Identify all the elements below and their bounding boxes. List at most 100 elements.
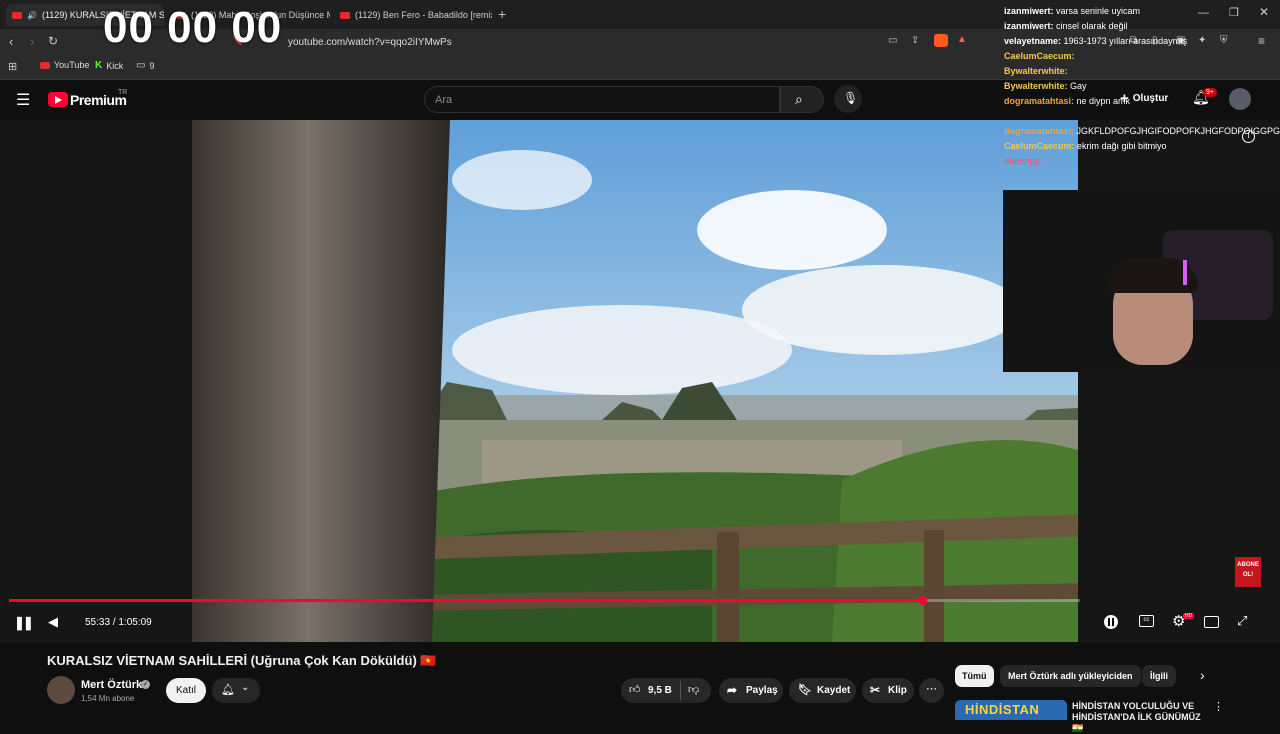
kick-icon: K [95,60,103,71]
subscribe-overlay-badge[interactable]: ABONE OL! [1235,557,1261,587]
chevron-down-icon: ⌄ [241,682,250,693]
chat-text: cinsel olarak değil [1053,21,1128,31]
chat-text: varsa seninle uyicam [1053,6,1141,16]
tab-label: (1129) Ben Fero - Babadildo [remix b [355,10,492,20]
chat-text [1075,51,1078,61]
search-icon: ⌕ [795,91,803,107]
like-icon[interactable]: 👍︎ [629,683,641,696]
like-dislike-group: 👍︎ 9,5 B 👎︎ [621,678,711,703]
pause-button[interactable]: ❚❚ [14,615,34,631]
chat-text [1044,156,1047,166]
chat-text [1004,111,1007,121]
share-page-icon[interactable]: ⇪ [911,35,919,46]
channel-avatar[interactable] [47,676,75,704]
bookmark-label: YouTube [54,60,90,70]
chip-from-uploader[interactable]: Mert Öztürk adlı yükleyiciden [1000,665,1141,687]
bookmark-kick[interactable]: K Kick [95,60,123,71]
recommendation-thumbnail[interactable]: HİNDİSTAN [955,700,1067,720]
subscribed-button[interactable]: 🔔︎ ⌄ [212,678,260,703]
chip-all[interactable]: Tümü [955,665,994,687]
chat-message: Bywalterwhite: [1004,64,1280,79]
brave-shield-icon[interactable] [934,34,948,47]
reload-icon[interactable]: ↻ [48,34,58,48]
chat-username: izanmiwert: [1004,21,1054,31]
dislike-icon[interactable]: 👎︎ [688,683,699,696]
chat-text: ekrim dağı gibi bitmiyo [1074,141,1167,151]
chat-text: Gay [1067,81,1087,91]
video-frame [192,120,1078,642]
hd-badge: HD [1183,613,1195,619]
recommendation-title[interactable]: HİNDİSTAN YOLCULUĞU VE HİNDİSTAN'DA İLK … [1072,701,1204,734]
chat-text: JGKFLDPOFGJHGIFODPOFKJHGFODPOIGGPGFÜD [1074,126,1280,136]
scissors-icon: ✂ [870,683,881,697]
chat-message: CaelumCaecum: ekrim dağı gibi bitmiyo [1004,139,1280,154]
share-label: Paylaş [746,685,778,696]
video-title: KURALSIZ VİETNAM SAHİLLERİ (Uğruna Çok K… [47,653,437,668]
fullscreen-icon[interactable]: ⤢ [1237,613,1247,629]
chat-message: slansipp: [1004,154,1280,169]
tab-ben-fero[interactable]: (1129) Ben Fero - Babadildo [remix b [334,4,492,26]
save-button[interactable]: 🔖︎ Kaydet [789,678,856,703]
verified-icon: ✓ [141,680,150,689]
bookmark-folder[interactable]: ▭ 9 [136,60,154,71]
search-button[interactable]: ⌕ [780,86,824,113]
youtube-favicon-icon [40,61,50,69]
brave-rewards-icon[interactable]: ▲ [957,34,967,45]
share-icon: ➦ [727,683,738,697]
subscriber-count: 1,54 Mn abone [81,694,135,703]
miniplayer-icon[interactable] [1204,616,1219,628]
subtitles-icon[interactable]: cc [1139,615,1154,627]
apps-grid-icon[interactable]: ⊞ [8,60,17,73]
region-code: TR [118,89,128,96]
url-field[interactable]: youtube.com/watch?v=qqo2iIYMwPs [288,37,452,48]
chat-username: slansipp: [1004,156,1044,166]
channel-name[interactable]: Mert Öztürk [81,679,142,691]
voice-search-button[interactable]: 🎙 [834,85,862,113]
chat-username: CaelumCaecum: [1004,51,1075,61]
chat-username: dogramatahtasi: [1004,96,1075,106]
clip-button[interactable]: ✂ Klip [862,678,914,703]
bookmark-youtube[interactable]: YouTube [40,60,89,70]
more-actions-icon[interactable]: ⋯ [919,678,944,703]
forward-icon[interactable]: › [30,34,34,49]
youtube-favicon-icon [12,11,22,19]
volume-icon[interactable]: ◀︎ [48,614,58,630]
back-icon[interactable]: ‹ [9,34,13,49]
chat-message: izanmiwert: cinsel olarak değil [1004,19,1280,34]
progress-fill [9,599,923,602]
save-label: Kaydet [817,685,851,696]
youtube-favicon-icon [340,11,350,19]
share-button[interactable]: ➦ Paylaş [719,678,783,703]
search-placeholder: Ara [435,94,453,106]
search-input[interactable]: Ara [424,86,780,113]
chat-username: dogramatahtasi: [1004,126,1075,136]
divider [680,681,681,700]
recommendation-more-icon[interactable]: ⋮ [1213,700,1224,713]
youtube-logo-icon[interactable] [48,92,68,107]
microphone-icon: 🎙 [843,91,859,105]
bell-icon: 🔔︎ [221,684,235,696]
chat-message: velayetname: 1963-1973 yılları arasınday… [1004,34,1280,49]
chat-message: dogramatahtasi: JGKFLDPOFGJHGIFODPOFKJHG… [1004,124,1280,139]
cast-icon[interactable]: ▭ [888,35,897,46]
chat-message: dogramatahtasi: ne diypn amk [1004,94,1280,109]
webcam-overlay [1003,190,1280,372]
hamburger-menu-icon[interactable]: ☰ [16,90,30,110]
bookmark-label: 9 [149,60,155,71]
chip-related[interactable]: İlgili [1142,665,1176,687]
new-tab-button[interactable]: + [498,6,506,22]
vietnam-landscape-image [192,120,1078,642]
join-button[interactable]: Katıl [166,678,206,703]
stream-timer: 00 00 00 [103,3,283,52]
autoplay-toggle[interactable] [1104,615,1118,629]
chat-username: CaelumCaecum: [1004,141,1075,151]
chat-username: izanmiwert: [1004,6,1054,16]
like-count[interactable]: 9,5 B [648,685,672,696]
chat-username: Bywalterwhite: [1004,66,1068,76]
thumbnail-text: HİNDİSTAN [965,702,1040,717]
chat-text: 1963-1973 yılları arasındaymış [1061,36,1188,46]
chat-message: izanmiwert: varsa seninle uyicam [1004,4,1280,19]
chat-text: ne diypn amk [1074,96,1131,106]
chevron-right-icon[interactable]: › [1200,667,1205,683]
bookmark-label: Kick [106,60,124,71]
